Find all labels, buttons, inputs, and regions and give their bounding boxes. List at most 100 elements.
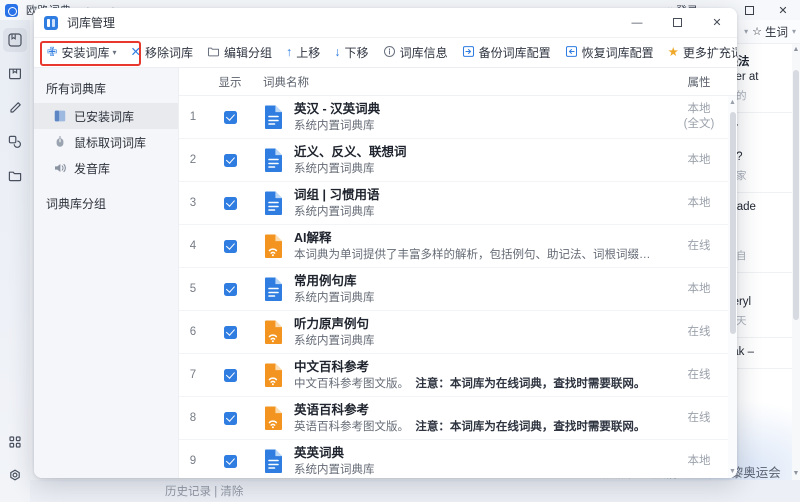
maximize-icon [672, 18, 682, 27]
rail-item-cards[interactable] [3, 130, 27, 154]
more-dictionaries-button[interactable]: ★ 更多扩充词库 [661, 42, 737, 64]
table-row[interactable]: 8 英语百科参考 英语百科参考图文版。 注意：本词库为在线词典，查找时需要联网。 [179, 397, 737, 440]
dialog-maximize-button[interactable] [657, 8, 697, 38]
show-checkbox[interactable] [223, 110, 237, 124]
show-checkbox[interactable] [223, 325, 237, 339]
install-dictionary-button[interactable]: ✙ 安装词库 ▾ [40, 42, 124, 64]
export-icon [462, 45, 475, 61]
rail-item-pen[interactable] [3, 96, 27, 120]
sidebar-item-mouse-lookup[interactable]: 鼠标取词词库 [34, 129, 178, 155]
backup-config-label: 备份词库配置 [478, 46, 551, 60]
row-show-cell[interactable] [207, 153, 253, 167]
vocabulary-button[interactable]: ☆ 生词 [752, 24, 788, 40]
row-subtitle: 系统内置词典库 [294, 162, 375, 175]
table-row[interactable]: 6 听力原声例句 系统内置词典库 在线 [179, 311, 737, 354]
restore-config-button[interactable]: 恢复词库配置 [558, 42, 661, 64]
online-document-icon [263, 319, 285, 345]
edit-group-button[interactable]: 编辑分组 [200, 42, 279, 64]
scrollbar-thumb[interactable] [793, 70, 799, 320]
scroll-up-icon[interactable]: ▲ [792, 44, 800, 56]
row-show-cell[interactable] [207, 239, 253, 253]
dialog-minimize-button[interactable]: — [617, 8, 657, 38]
chevron-down-icon[interactable]: ▾ [113, 48, 117, 57]
app-maximize-button[interactable] [732, 0, 766, 20]
row-name: 听力原声例句 [294, 316, 370, 331]
table-scroll-up-icon[interactable]: ▲ [728, 96, 737, 109]
show-checkbox[interactable] [223, 454, 237, 468]
move-down-button[interactable]: ↓ 下移 [327, 42, 375, 64]
sidebar-item-installed[interactable]: 已安装词库 [34, 103, 178, 129]
scroll-down-icon[interactable]: ▼ [792, 468, 800, 480]
table-scroll-down-icon[interactable]: ▼ [728, 465, 737, 478]
app-close-button[interactable]: ✕ [766, 0, 800, 20]
dictionary-info-button[interactable]: 词库信息 [376, 42, 455, 64]
row-show-cell[interactable] [207, 196, 253, 210]
word-list-scrollbar[interactable]: ▲ ▼ [792, 44, 800, 480]
table-row[interactable]: 7 中文百科参考 中文百科参考图文版。 注意：本词库为在线词典，查找时需要联网。 [179, 354, 737, 397]
show-checkbox[interactable] [223, 282, 237, 296]
history-clear-link[interactable]: 历史记录 | 清除 [165, 483, 243, 499]
chevron-down-icon-2[interactable]: ▾ [792, 27, 796, 36]
star-icon: ★ [667, 45, 679, 60]
rail-item-settings[interactable] [3, 464, 27, 488]
table-row[interactable]: 9 英英词典 系统内置词典库 本地 [179, 440, 737, 478]
col-name-header[interactable]: 词典名称 [253, 74, 661, 90]
col-attr-header[interactable]: 属性 [661, 74, 737, 90]
row-name-cell: 英语百科参考 英语百科参考图文版。 注意：本词库为在线词典，查找时需要联网。 [253, 402, 661, 435]
row-attr: 本地 [687, 282, 711, 295]
dictionary-table: 显示 词典名称 属性 1 英汉 - 汉英词典 系统内置词典库 本地 (全文) 2… [179, 68, 737, 478]
row-subtitle-wrap: 英语百科参考图文版。 注意：本词库为在线词典，查找时需要联网。 [294, 419, 645, 435]
col-show-header[interactable]: 显示 [207, 74, 253, 90]
show-checkbox[interactable] [223, 368, 237, 382]
show-checkbox[interactable] [223, 239, 237, 253]
show-checkbox[interactable] [223, 153, 237, 167]
row-subtitle: 系统内置词典库 [294, 463, 375, 476]
row-show-cell[interactable] [207, 368, 253, 382]
maximize-icon [744, 5, 754, 15]
sidebar-item-installed-label: 已安装词库 [74, 109, 135, 124]
row-name-cell: 词组 | 习惯用语 系统内置词典库 [253, 187, 661, 220]
row-show-cell[interactable] [207, 325, 253, 339]
rail-item-apps[interactable] [3, 430, 27, 454]
dialog-body: 所有词典库 已安装词库 鼠标取词词库 发音库 词典库分组 显示 词典名称 属性 … [34, 68, 737, 478]
table-scrollbar-thumb[interactable] [729, 112, 736, 334]
dictionary-info-label: 词库信息 [399, 46, 448, 60]
chevron-down-icon[interactable]: ▾ [744, 27, 748, 36]
arrow-down-icon: ↓ [334, 45, 341, 60]
row-name: 英英词典 [294, 445, 345, 460]
row-subtitle: 英语百科参考图文版。 [294, 420, 409, 433]
app-logo-icon [5, 3, 18, 17]
dictionary-manager-icon [44, 15, 58, 30]
restore-config-label: 恢复词库配置 [581, 46, 654, 60]
sidebar-title: 所有词典库 [46, 82, 107, 96]
arrow-up-icon: ↑ [286, 45, 293, 60]
notebook-icon [9, 68, 21, 80]
row-subtitle-warning: 注意：本词库为在线词典，查找时需要联网。 [415, 377, 646, 390]
dialog-close-button[interactable]: ✕ [697, 8, 737, 38]
online-document-icon [263, 362, 285, 388]
remove-dictionary-button[interactable]: ✕ 移除词库 [124, 42, 201, 64]
row-attr: 本地 [687, 153, 711, 166]
table-row[interactable]: 3 词组 | 习惯用语 系统内置词典库 本地 [179, 182, 737, 225]
table-row[interactable]: 5 常用例句库 系统内置词典库 本地 [179, 268, 737, 311]
rail-item-folder[interactable] [3, 164, 27, 188]
row-name: 中文百科参考 [294, 359, 370, 374]
row-attr-cell: 本地 [661, 196, 737, 211]
sidebar-item-pronunciation[interactable]: 发音库 [34, 155, 178, 181]
rail-item-dictionary[interactable] [3, 28, 27, 52]
table-scrollbar[interactable]: ▲ ▼ [728, 96, 737, 478]
move-up-button[interactable]: ↑ 上移 [279, 42, 327, 64]
backup-config-button[interactable]: 备份词库配置 [455, 42, 558, 64]
show-checkbox[interactable] [223, 411, 237, 425]
row-show-cell[interactable] [207, 411, 253, 425]
table-row[interactable]: 1 英汉 - 汉英词典 系统内置词典库 本地 (全文) [179, 96, 737, 139]
import-icon [565, 45, 578, 61]
show-checkbox[interactable] [223, 196, 237, 210]
rail-item-notebook[interactable] [3, 62, 27, 86]
row-attr: 在线 [687, 411, 711, 424]
table-row[interactable]: 2 近义、反义、联想词 系统内置词典库 本地 [179, 139, 737, 182]
row-show-cell[interactable] [207, 282, 253, 296]
table-row[interactable]: 4 AI解释 本词典为单词提供了丰富多样的解析，包括例句、助记法、词根词缀、搭配… [179, 225, 737, 268]
row-show-cell[interactable] [207, 454, 253, 468]
row-show-cell[interactable] [207, 110, 253, 124]
